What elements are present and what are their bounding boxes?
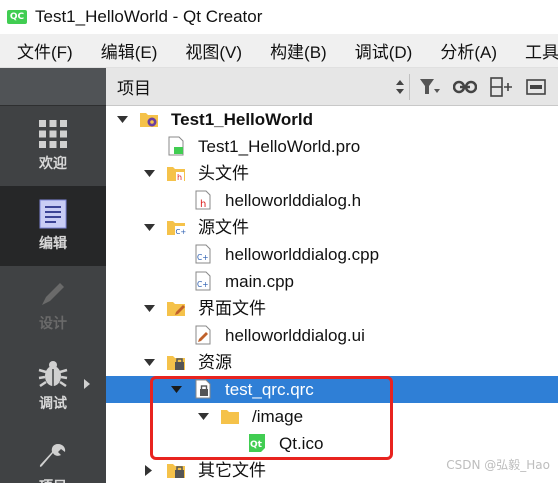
menu-build[interactable]: 构建(B) bbox=[253, 38, 338, 63]
filter-icon[interactable] bbox=[416, 74, 444, 100]
cpp-file-icon: C+ bbox=[195, 271, 211, 291]
svg-text:C+: C+ bbox=[197, 280, 209, 289]
tree-row-qt-ico[interactable]: Qt Qt.ico bbox=[106, 430, 558, 457]
welcome-grid-icon bbox=[39, 120, 67, 148]
tree-row-resources[interactable]: 资源 bbox=[106, 349, 558, 376]
svg-text:h: h bbox=[200, 199, 206, 210]
tree-label: 其它文件 bbox=[198, 461, 266, 480]
toolbar-separator bbox=[409, 74, 410, 100]
tree-row-qrc-file[interactable]: test_qrc.qrc bbox=[106, 376, 558, 403]
tree-row-headers[interactable]: h 头文件 bbox=[106, 160, 558, 187]
svg-text:h: h bbox=[177, 173, 182, 182]
mode-debug[interactable]: 调试 bbox=[0, 346, 106, 426]
collapse-arrow-icon[interactable] bbox=[116, 114, 128, 126]
tree-row-forms[interactable]: 界面文件 bbox=[106, 295, 558, 322]
tree-label: 资源 bbox=[198, 353, 232, 372]
tree-label: 源文件 bbox=[198, 218, 249, 237]
forms-folder-icon bbox=[167, 302, 185, 316]
header-folder-icon: h bbox=[167, 167, 185, 182]
projects-panel-toolbar: 项目 bbox=[106, 68, 558, 106]
collapse-arrow-icon[interactable] bbox=[143, 303, 155, 315]
tree-label: main.cpp bbox=[225, 272, 294, 291]
mode-design-label: 设计 bbox=[39, 315, 67, 331]
cpp-file-icon: C+ bbox=[195, 244, 211, 264]
split-add-icon[interactable] bbox=[488, 74, 516, 100]
tree-row-pro-file[interactable]: Test1_HelloWorld.pro bbox=[106, 133, 558, 160]
tree-row-main-cpp[interactable]: C+ main.cpp bbox=[106, 268, 558, 295]
edit-document-icon bbox=[39, 199, 67, 229]
watermark: CSDN @弘毅_Hao bbox=[446, 458, 550, 472]
collapse-arrow-icon[interactable] bbox=[170, 384, 182, 396]
collapse-arrow-icon[interactable] bbox=[143, 222, 155, 234]
mode-design[interactable]: 设计 bbox=[0, 266, 106, 346]
tree-label: 头文件 bbox=[198, 164, 249, 183]
tree-row-sources[interactable]: C+ 源文件 bbox=[106, 214, 558, 241]
resources-folder-icon bbox=[167, 356, 185, 370]
tree-label: /image bbox=[252, 407, 304, 426]
title-bar: QC Test1_HelloWorld - Qt Creator bbox=[0, 0, 558, 34]
debug-bug-icon bbox=[38, 361, 68, 388]
window-title: Test1_HelloWorld - Qt Creator bbox=[35, 7, 263, 26]
qt-creator-app-icon: QC bbox=[7, 10, 27, 24]
tree-row-image-prefix[interactable]: /image bbox=[106, 403, 558, 430]
source-folder-icon: C+ bbox=[167, 221, 187, 236]
tree-row-project[interactable]: Test1_HelloWorld bbox=[106, 106, 558, 133]
tree-label: helloworlddialog.cpp bbox=[225, 245, 380, 264]
tree-label: helloworlddialog.ui bbox=[225, 326, 365, 345]
qrc-file-icon bbox=[195, 379, 211, 399]
ui-file-icon bbox=[195, 325, 211, 345]
tree-label: 界面文件 bbox=[198, 299, 266, 318]
mode-edit[interactable]: 编辑 bbox=[0, 186, 106, 266]
projects-panel: 项目 Test1_HelloWorld Test1_HelloWorld.pro bbox=[106, 68, 558, 483]
menu-analyze[interactable]: 分析(A) bbox=[423, 38, 508, 63]
tree-label: helloworlddialog.h bbox=[225, 191, 362, 210]
close-panel-icon[interactable] bbox=[522, 74, 550, 100]
menu-edit[interactable]: 编辑(E) bbox=[84, 38, 169, 63]
collapse-arrow-icon[interactable] bbox=[143, 357, 155, 369]
mode-sidebar: 欢迎 编辑 设计 调试 bbox=[0, 68, 106, 483]
mode-edit-label: 编辑 bbox=[39, 235, 67, 251]
tree-label: Test1_HelloWorld.pro bbox=[198, 137, 361, 156]
collapse-arrow-icon[interactable] bbox=[197, 411, 209, 423]
tree-label: test_qrc.qrc bbox=[225, 380, 314, 399]
svg-text:C+: C+ bbox=[197, 253, 209, 262]
mode-projects-label: 项目 bbox=[39, 476, 67, 483]
other-folder-icon bbox=[167, 464, 185, 478]
design-pen-icon bbox=[42, 283, 64, 305]
tree-row-ui-file[interactable]: helloworlddialog.ui bbox=[106, 322, 558, 349]
tree-label: Qt.ico bbox=[279, 434, 324, 453]
mode-welcome[interactable]: 欢迎 bbox=[0, 106, 106, 186]
menu-file[interactable]: 文件(F) bbox=[0, 38, 84, 63]
project-folder-icon bbox=[140, 113, 158, 127]
svg-text:Qt: Qt bbox=[250, 440, 263, 450]
menu-tools[interactable]: 工具(T) bbox=[508, 38, 558, 63]
tree-row-header-file[interactable]: h helloworlddialog.h bbox=[106, 187, 558, 214]
menu-bar: 文件(F) 编辑(E) 视图(V) 构建(B) 调试(D) 分析(A) 工具(T… bbox=[0, 34, 558, 68]
mode-sidebar-header bbox=[0, 68, 106, 106]
debug-expand-arrow-icon[interactable] bbox=[84, 376, 90, 392]
pro-file-icon bbox=[168, 136, 184, 156]
mode-projects[interactable]: 项目 bbox=[0, 426, 106, 483]
panel-title: 项目 bbox=[117, 79, 151, 98]
tree-row-cpp-file[interactable]: C+ helloworlddialog.cpp bbox=[106, 241, 558, 268]
mode-debug-label: 调试 bbox=[39, 395, 67, 411]
projects-wrench-icon bbox=[39, 444, 66, 467]
svg-text:C+: C+ bbox=[176, 228, 187, 236]
tree-label: Test1_HelloWorld bbox=[171, 110, 314, 129]
qt-ico-icon: Qt bbox=[249, 434, 265, 452]
folder-icon bbox=[221, 410, 239, 424]
collapse-arrow-icon[interactable] bbox=[143, 168, 155, 180]
menu-debug[interactable]: 调试(D) bbox=[338, 38, 424, 63]
sync-link-icon[interactable] bbox=[451, 74, 479, 100]
header-file-icon: h bbox=[195, 190, 211, 210]
mode-welcome-label: 欢迎 bbox=[39, 155, 67, 171]
menu-view[interactable]: 视图(V) bbox=[168, 38, 253, 63]
expand-arrow-icon[interactable] bbox=[143, 464, 155, 476]
